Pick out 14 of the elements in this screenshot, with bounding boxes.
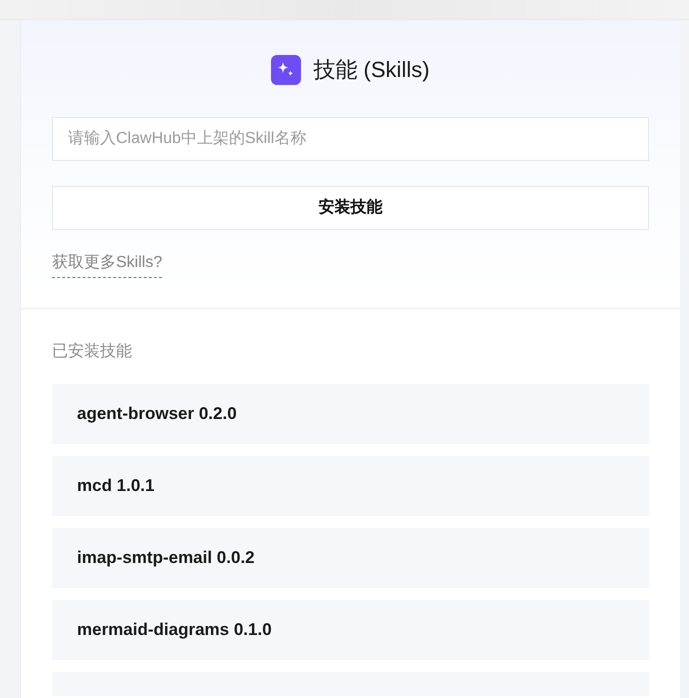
skill-card[interactable]: imap-smtp-email 0.0.2 — [52, 528, 649, 588]
skill-card[interactable]: mermaid-diagrams 0.1.0 — [52, 600, 649, 660]
skill-name: imap-smtp-email 0.0.2 — [77, 547, 255, 570]
skill-name: agent-browser 0.2.0 — [77, 403, 237, 426]
more-skills-link[interactable]: 获取更多Skills? — [52, 251, 162, 278]
skill-card[interactable]: mcd 1.0.1 — [52, 456, 649, 516]
panel-title: 技能 (Skills) — [313, 56, 430, 84]
sparkle-icon — [271, 55, 302, 85]
skill-card[interactable]: agent-browser 0.2.0 — [52, 384, 649, 444]
section-heading: 已安装技能 — [52, 342, 132, 362]
skill-name: mcd 1.0.1 — [77, 475, 154, 498]
install-button[interactable]: 安装技能 — [52, 186, 649, 230]
skill-name-field[interactable]: 请输入ClawHub中上架的Skill名称 — [52, 117, 649, 161]
skill-name: mermaid-diagrams 0.1.0 — [77, 619, 272, 642]
